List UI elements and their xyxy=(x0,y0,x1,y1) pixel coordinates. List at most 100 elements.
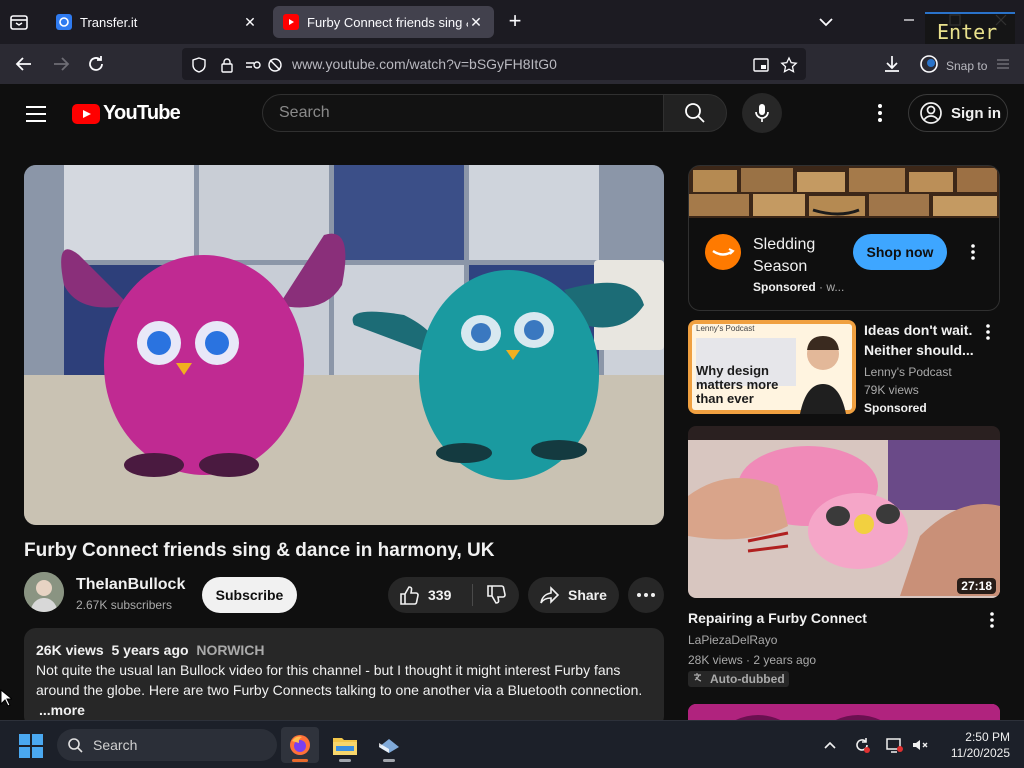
rec-channel[interactable]: Lenny's Podcast xyxy=(864,363,952,381)
rec-title[interactable]: Repairing a Furby Connect xyxy=(688,608,968,628)
forward-arrow-icon[interactable] xyxy=(50,53,72,75)
channel-name[interactable]: TheIanBullock xyxy=(76,576,185,594)
search-field[interactable] xyxy=(262,94,664,132)
new-tab-button[interactable]: + xyxy=(503,10,527,34)
tab-close-icon[interactable]: ✕ xyxy=(468,14,484,30)
running-indicator xyxy=(383,759,395,762)
share-arrow-icon xyxy=(540,586,560,604)
menu-icon[interactable] xyxy=(992,53,1014,75)
back-arrow-icon[interactable] xyxy=(13,53,35,75)
picture-in-picture-icon[interactable] xyxy=(752,56,770,74)
rec-kebab-icon[interactable] xyxy=(978,322,998,342)
search-icon xyxy=(68,738,83,753)
tab-transfer[interactable]: Transfer.it ✕ xyxy=(46,6,268,38)
chevron-down-icon[interactable] xyxy=(815,11,837,33)
firefox-taskbar-icon[interactable] xyxy=(281,727,319,763)
location-tag[interactable]: NORWICH xyxy=(196,642,264,658)
microphone-icon xyxy=(755,104,769,122)
show-more-button[interactable]: ...more xyxy=(36,700,652,720)
file-explorer-taskbar-icon[interactable] xyxy=(326,727,364,763)
permissions-icon[interactable] xyxy=(244,56,262,74)
user-circle-icon xyxy=(920,102,942,124)
transfer-favicon-icon xyxy=(56,14,72,30)
minimize-icon[interactable] xyxy=(898,10,920,30)
thumb-text: Why design matters more than ever xyxy=(696,363,779,406)
sign-in-label: Sign in xyxy=(951,104,1001,122)
tab-list-icon[interactable] xyxy=(8,11,32,33)
bookmark-star-icon[interactable] xyxy=(780,56,798,74)
like-dislike-group: 339 xyxy=(388,577,519,613)
lock-icon[interactable] xyxy=(218,56,236,74)
auto-dubbed-badge: Auto-dubbed xyxy=(688,671,789,687)
url-bar[interactable]: www.youtube.com/watch?v=bSGyFH8ItG0 xyxy=(182,48,806,80)
tab-close-icon[interactable]: ✕ xyxy=(242,14,258,30)
subscribe-button[interactable]: Subscribe xyxy=(202,577,297,613)
windows-start-icon[interactable] xyxy=(18,733,44,759)
rec-thumbnail[interactable]: Lenny's Podcast Why design matters more … xyxy=(688,320,856,414)
shop-now-button[interactable]: Shop now xyxy=(853,234,947,270)
ad-card[interactable]: Sledding Season Sponsored · w... Shop no… xyxy=(688,165,1000,311)
ad-title[interactable]: Sledding Season xyxy=(753,234,833,278)
system-clock[interactable]: 2:50 PM 11/20/2025 xyxy=(940,729,1010,761)
network-icon[interactable] xyxy=(884,735,904,755)
youtube-logo[interactable]: YouTube xyxy=(72,102,181,125)
list-item[interactable]: Lenny's Podcast Why design matters more … xyxy=(688,320,1008,416)
list-item[interactable] xyxy=(688,704,1000,720)
voice-search-button[interactable] xyxy=(742,93,782,133)
snap-overlay-label: Snap to xyxy=(946,59,988,73)
rec-thumbnail[interactable]: 27:18 xyxy=(688,426,1000,598)
taskbar-search-label: Search xyxy=(93,737,138,753)
youtube-page: YouTube Sign in xyxy=(0,84,1024,720)
search-button[interactable] xyxy=(663,94,727,132)
speaker-muted-icon[interactable] xyxy=(910,735,930,755)
rec-channel[interactable]: LaPiezaDelRayo xyxy=(688,631,777,649)
rec-kebab-icon[interactable] xyxy=(982,610,1002,630)
chevron-up-icon[interactable] xyxy=(820,735,840,755)
thumb-label: Lenny's Podcast xyxy=(696,324,755,333)
url-text[interactable]: www.youtube.com/watch?v=bSGyFH8ItG0 xyxy=(292,56,557,72)
rec-views: 79K views xyxy=(864,383,919,397)
like-button[interactable]: 339 xyxy=(388,577,472,613)
running-indicator xyxy=(339,759,351,762)
reload-icon[interactable] xyxy=(85,53,107,75)
active-indicator xyxy=(292,759,308,762)
youtube-wordmark: YouTube xyxy=(103,102,181,124)
amazon-logo-icon xyxy=(705,234,741,270)
taskbar-search[interactable]: Search xyxy=(57,729,277,761)
ad-banner-image xyxy=(689,166,999,218)
dislike-button[interactable] xyxy=(473,577,519,613)
shield-icon[interactable] xyxy=(190,56,208,74)
tab-youtube[interactable]: Furby Connect friends sing & dance in ha… xyxy=(273,6,494,38)
video-title: Furby Connect friends sing & dance in ha… xyxy=(24,540,495,561)
youtube-play-icon xyxy=(72,103,100,124)
description-box[interactable]: 26K views 5 years ago NORWICH Not quite … xyxy=(24,628,664,720)
share-button[interactable]: Share xyxy=(528,577,619,613)
list-item[interactable]: 27:18 Repairing a Furby Connect LaPiezaD… xyxy=(688,426,1008,696)
ad-sponsored-label: Sponsored · w... xyxy=(753,280,845,294)
upload-age: 5 years ago xyxy=(111,642,189,658)
channel-avatar[interactable] xyxy=(24,572,64,612)
subscriber-count: 2.67K subscribers xyxy=(76,598,173,612)
video-player[interactable] xyxy=(24,165,664,525)
clock-time: 2:50 PM xyxy=(965,730,1010,744)
ad-kebab-icon[interactable] xyxy=(963,242,983,262)
description-meta: 26K views 5 years ago NORWICH xyxy=(36,640,652,660)
windows-taskbar: Search 2:50 PM 11/20/2025 xyxy=(0,720,1024,768)
update-sync-icon[interactable] xyxy=(852,735,872,755)
hamburger-menu-icon[interactable] xyxy=(24,104,48,124)
snipping-tool-taskbar-icon[interactable] xyxy=(370,727,408,763)
search-icon xyxy=(685,103,705,123)
more-actions-button[interactable] xyxy=(628,577,664,613)
tracking-off-icon[interactable] xyxy=(266,56,284,74)
settings-kebab-icon[interactable] xyxy=(870,101,890,125)
tab-title: Furby Connect friends sing & dance in ha… xyxy=(307,14,468,30)
rec-title[interactable]: Ideas don't wait. Neither should... xyxy=(864,320,984,360)
download-icon[interactable] xyxy=(881,53,903,75)
clock-date: 11/20/2025 xyxy=(950,746,1010,760)
browser-nav-bar: www.youtube.com/watch?v=bSGyFH8ItG0 xyxy=(0,44,1024,84)
account-icon[interactable] xyxy=(918,53,940,75)
youtube-favicon-icon xyxy=(283,14,299,30)
search-input[interactable] xyxy=(279,104,663,122)
sign-in-button[interactable]: Sign in xyxy=(908,94,1008,132)
key-overlay: Enter xyxy=(925,12,1015,46)
